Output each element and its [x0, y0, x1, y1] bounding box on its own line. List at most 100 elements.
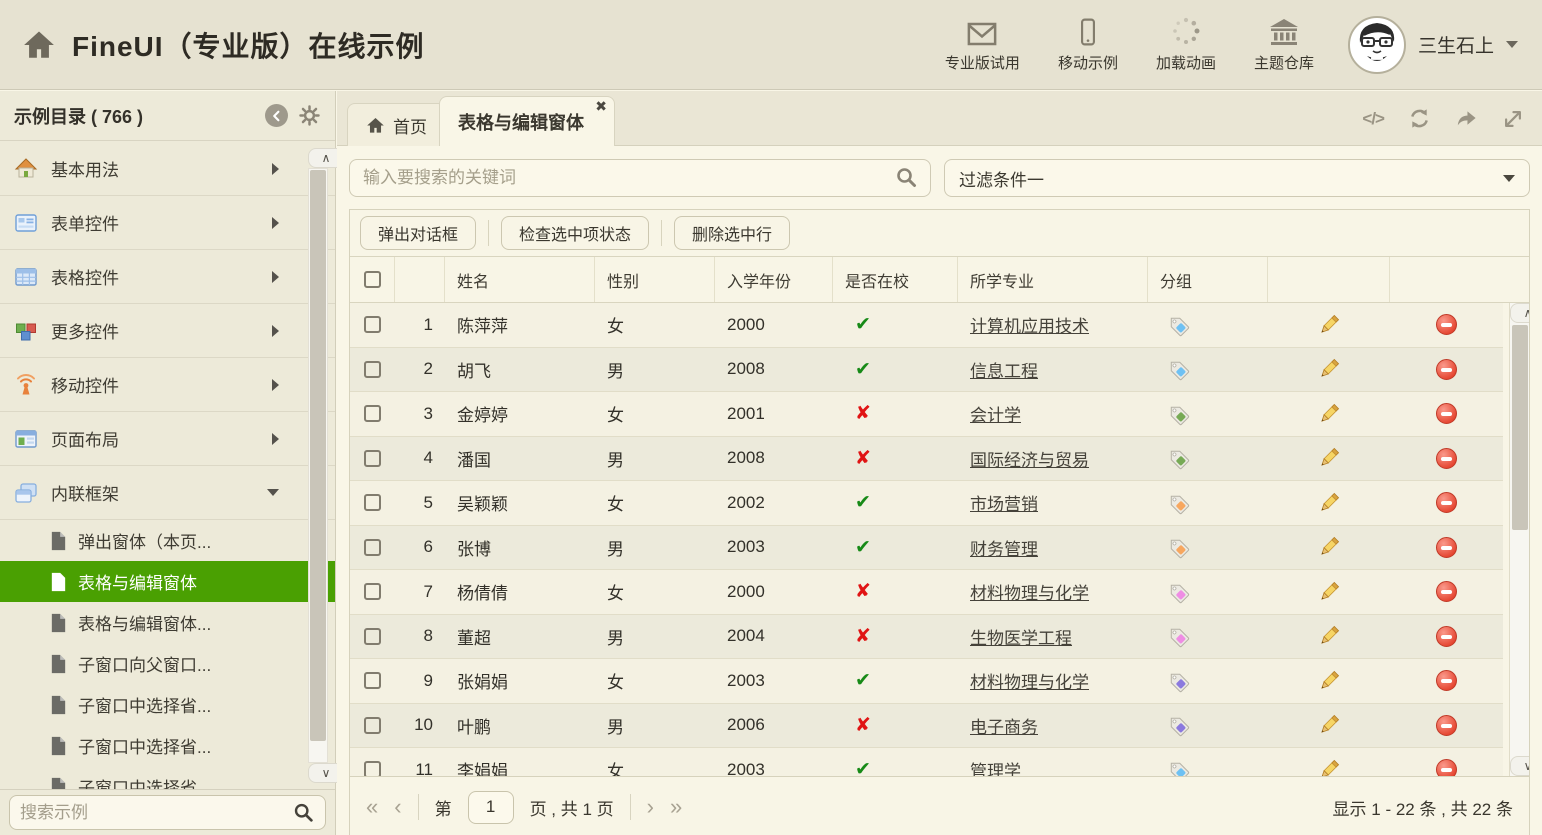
- header-action-loading[interactable]: 加载动画: [1156, 16, 1216, 73]
- collapse-sidebar-button[interactable]: [265, 104, 288, 127]
- header-action-themes[interactable]: 主题仓库: [1254, 16, 1314, 73]
- tag-icon[interactable]: [1166, 446, 1190, 470]
- major-link[interactable]: 国际经济与贸易: [970, 446, 1089, 471]
- header-action-mobile[interactable]: 移动示例: [1058, 16, 1118, 73]
- tab-active[interactable]: 表格与编辑窗体 ✖: [439, 96, 615, 146]
- edit-icon[interactable]: [1317, 580, 1341, 604]
- next-page-icon[interactable]: ›: [647, 796, 654, 818]
- edit-icon[interactable]: [1317, 402, 1341, 426]
- tag-icon[interactable]: [1166, 580, 1190, 604]
- major-link[interactable]: 管理学: [970, 757, 1021, 776]
- search-icon[interactable]: [293, 802, 315, 824]
- tag-icon[interactable]: [1166, 669, 1190, 693]
- row-checkbox[interactable]: [364, 450, 381, 467]
- sidebar-sub-item[interactable]: 子窗口向父窗口...: [0, 643, 335, 684]
- major-link[interactable]: 材料物理与化学: [970, 668, 1089, 693]
- source-code-icon[interactable]: </>: [1362, 109, 1384, 129]
- delete-icon[interactable]: [1436, 670, 1457, 691]
- table-scrollbar[interactable]: ∧ ∨: [1509, 303, 1529, 776]
- sidebar-sub-item[interactable]: 表格与编辑窗体: [0, 561, 335, 602]
- last-page-icon[interactable]: »: [670, 796, 682, 818]
- scrollbar-thumb[interactable]: [1512, 325, 1528, 530]
- tag-icon[interactable]: [1166, 313, 1190, 337]
- row-checkbox[interactable]: [364, 628, 381, 645]
- major-link[interactable]: 财务管理: [970, 535, 1038, 560]
- close-icon[interactable]: ✖: [595, 98, 607, 115]
- search-icon[interactable]: [895, 166, 919, 190]
- row-checkbox[interactable]: [364, 405, 381, 422]
- open-dialog-button[interactable]: 弹出对话框: [360, 216, 476, 250]
- delete-icon[interactable]: [1436, 403, 1457, 424]
- sidebar-group-item[interactable]: 更多控件: [0, 304, 335, 358]
- edit-icon[interactable]: [1317, 313, 1341, 337]
- edit-icon[interactable]: [1317, 758, 1341, 776]
- tag-icon[interactable]: [1166, 357, 1190, 381]
- edit-icon[interactable]: [1317, 446, 1341, 470]
- major-link[interactable]: 生物医学工程: [970, 624, 1072, 649]
- delete-icon[interactable]: [1436, 759, 1457, 776]
- delete-icon[interactable]: [1436, 492, 1457, 513]
- scroll-up-button[interactable]: ∧: [1510, 303, 1529, 323]
- delete-icon[interactable]: [1436, 626, 1457, 647]
- sidebar-sub-item[interactable]: 子窗口中选择省...: [0, 684, 335, 725]
- edit-icon[interactable]: [1317, 357, 1341, 381]
- row-checkbox[interactable]: [364, 494, 381, 511]
- share-icon[interactable]: [1455, 107, 1478, 130]
- filter-dropdown[interactable]: 过滤条件一: [944, 159, 1530, 197]
- tag-icon[interactable]: [1166, 535, 1190, 559]
- scrollbar-thumb[interactable]: [310, 170, 326, 741]
- check-selection-button[interactable]: 检查选中项状态: [501, 216, 649, 250]
- sidebar-group-item[interactable]: 内联框架: [0, 466, 335, 520]
- tag-icon[interactable]: [1166, 713, 1190, 737]
- tab-home[interactable]: 首页: [347, 103, 446, 146]
- sidebar-sub-item[interactable]: 弹出窗体（本页...: [0, 520, 335, 561]
- row-checkbox[interactable]: [364, 583, 381, 600]
- gear-icon[interactable]: [298, 104, 321, 127]
- edit-icon[interactable]: [1317, 669, 1341, 693]
- major-link[interactable]: 电子商务: [970, 713, 1038, 738]
- edit-icon[interactable]: [1317, 624, 1341, 648]
- prev-page-icon[interactable]: ‹: [394, 796, 401, 818]
- delete-icon[interactable]: [1436, 359, 1457, 380]
- major-link[interactable]: 材料物理与化学: [970, 579, 1089, 604]
- row-checkbox[interactable]: [364, 717, 381, 734]
- expand-icon[interactable]: [1502, 108, 1524, 130]
- first-page-icon[interactable]: «: [366, 796, 378, 818]
- scroll-down-button[interactable]: ∨: [1510, 756, 1529, 776]
- sidebar-scrollbar[interactable]: ∧ ∨: [308, 148, 328, 783]
- row-checkbox[interactable]: [364, 539, 381, 556]
- edit-icon[interactable]: [1317, 713, 1341, 737]
- sidebar-group-item[interactable]: 基本用法: [0, 142, 335, 196]
- tag-icon[interactable]: [1166, 402, 1190, 426]
- row-checkbox[interactable]: [364, 672, 381, 689]
- delete-icon[interactable]: [1436, 715, 1457, 736]
- sidebar-sub-item[interactable]: 表格与编辑窗体...: [0, 602, 335, 643]
- keyword-search-input[interactable]: [349, 159, 931, 197]
- sidebar-group-item[interactable]: 页面布局: [0, 412, 335, 466]
- sidebar-sub-item[interactable]: 子窗口中选择省...: [0, 725, 335, 766]
- tag-icon[interactable]: [1166, 624, 1190, 648]
- major-link[interactable]: 信息工程: [970, 357, 1038, 382]
- row-checkbox[interactable]: [364, 316, 381, 333]
- user-menu[interactable]: 三生石上: [1348, 16, 1518, 74]
- delete-icon[interactable]: [1436, 314, 1457, 335]
- select-all-checkbox[interactable]: [364, 271, 381, 288]
- edit-icon[interactable]: [1317, 535, 1341, 559]
- tag-icon[interactable]: [1166, 491, 1190, 515]
- sidebar-search-input[interactable]: [20, 803, 293, 823]
- delete-icon[interactable]: [1436, 448, 1457, 469]
- header-action-trial[interactable]: 专业版试用: [945, 16, 1020, 73]
- major-link[interactable]: 市场营销: [970, 490, 1038, 515]
- major-link[interactable]: 会计学: [970, 401, 1021, 426]
- delete-rows-button[interactable]: 删除选中行: [674, 216, 790, 250]
- delete-icon[interactable]: [1436, 537, 1457, 558]
- row-checkbox[interactable]: [364, 361, 381, 378]
- sidebar-group-item[interactable]: 表格控件: [0, 250, 335, 304]
- refresh-icon[interactable]: [1408, 107, 1431, 130]
- sidebar-group-item[interactable]: 表单控件: [0, 196, 335, 250]
- page-number-input[interactable]: [468, 791, 514, 824]
- row-checkbox[interactable]: [364, 761, 381, 776]
- delete-icon[interactable]: [1436, 581, 1457, 602]
- sidebar-group-item[interactable]: 移动控件: [0, 358, 335, 412]
- sidebar-sub-item[interactable]: 子窗口中选择省: [0, 766, 335, 789]
